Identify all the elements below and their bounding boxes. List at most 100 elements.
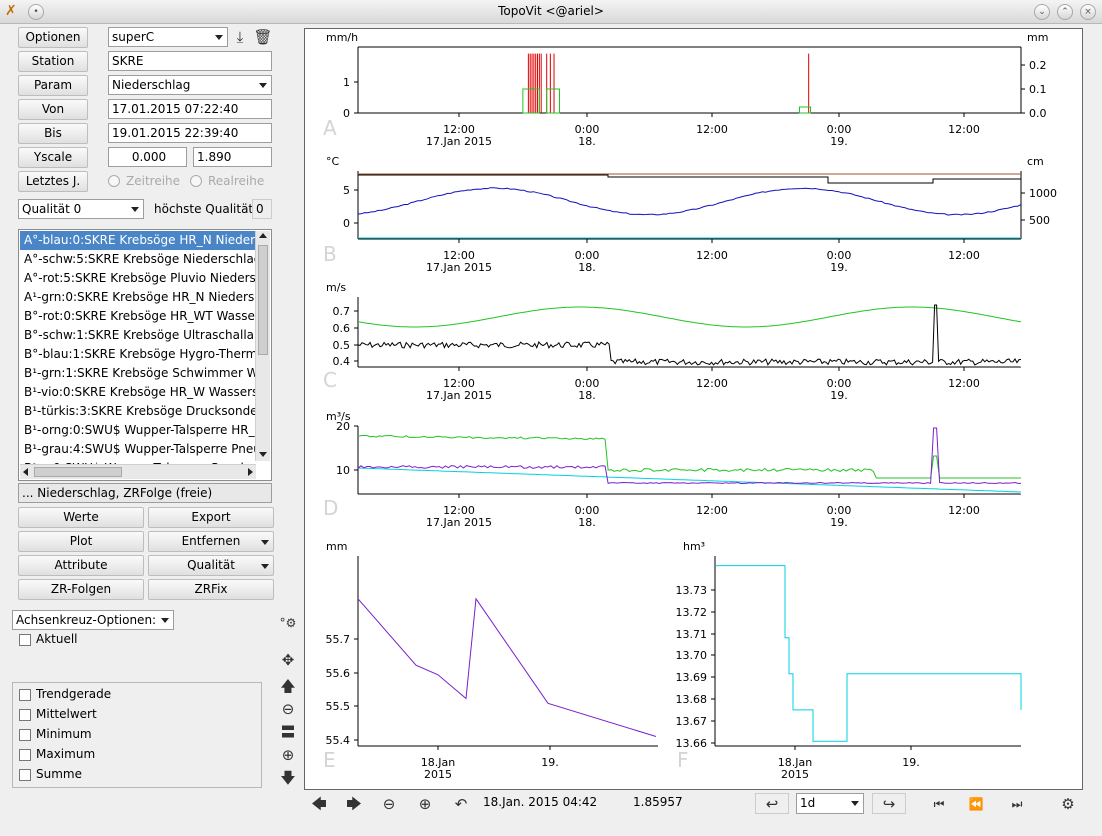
back-icon[interactable]: ↩ xyxy=(755,793,789,814)
aktuell-checkbox[interactable] xyxy=(19,634,31,646)
step-combo[interactable]: 1d xyxy=(796,793,864,814)
qualitaet-button[interactable]: Qualität xyxy=(148,555,274,576)
station-field[interactable]: SKRE xyxy=(108,51,272,71)
plot-button[interactable]: Plot xyxy=(18,531,144,552)
x-tick-label-date: 2015 xyxy=(781,768,809,781)
optionen-button[interactable]: Optionen xyxy=(18,27,88,48)
forward-icon[interactable]: ↪ xyxy=(872,793,906,814)
param-combo[interactable]: Niederschlag xyxy=(108,75,272,95)
scroll-thumb[interactable] xyxy=(258,245,268,355)
plot-canvas[interactable]: mm/h mm010.00.10.212:0017.Jan 20150:0018.… xyxy=(305,29,1082,789)
arrow-up-icon[interactable]: 🡅 xyxy=(278,676,298,696)
y-tick-label-right: 0.1 xyxy=(1029,83,1047,96)
chevron-down-icon xyxy=(851,801,859,806)
station-button[interactable]: Station xyxy=(18,51,88,72)
arrow-right-icon[interactable]: 🡆 xyxy=(340,793,368,814)
yscale-min-field[interactable]: 0.000 xyxy=(108,147,187,167)
zoom-in-icon[interactable]: ⊕ xyxy=(411,793,439,814)
list-vertical-scrollbar[interactable] xyxy=(255,231,270,461)
chevron-down-icon xyxy=(261,540,269,545)
undo-icon[interactable]: ↶ xyxy=(447,793,475,814)
list-item[interactable]: B°-schw:1:SKRE Krebsöge Ultraschallanlag… xyxy=(20,326,256,345)
list-item[interactable]: A¹-grn:0:SKRE Krebsöge HR_N Niederschlag xyxy=(20,288,256,307)
y-tick-label: 55.7 xyxy=(326,633,351,646)
series-line xyxy=(357,597,657,737)
y-tick-label-right: 500 xyxy=(1029,214,1050,227)
list-item[interactable]: B¹-türkis:3:SKRE Krebsöge Drucksonde Was… xyxy=(20,402,256,421)
zoom-in-icon[interactable]: ⊕ xyxy=(278,745,298,765)
bis-button[interactable]: Bis xyxy=(18,123,88,144)
von-field[interactable]: 17.01.2015 07:22:40 xyxy=(108,99,272,119)
entfernen-button[interactable]: Entfernen xyxy=(148,531,274,552)
realreihe-radio[interactable] xyxy=(190,175,202,187)
yscale-button[interactable]: Yscale xyxy=(18,147,88,168)
achsenkreuz-combo[interactable]: Achsenkreuz-Optionen: xyxy=(12,610,174,630)
cursor-value: 1.85957 xyxy=(633,795,683,809)
axis-settings-icon[interactable]: °⚙ xyxy=(278,613,298,633)
minimum-label: Minimum xyxy=(36,727,92,741)
maximum-checkbox[interactable] xyxy=(19,749,31,761)
minimize-button[interactable]: ⌄ xyxy=(1034,4,1050,20)
settings-gear-icon[interactable]: ⚙ xyxy=(1054,793,1082,814)
zeitreihe-radio[interactable] xyxy=(108,175,120,187)
x-tick-label-date: 19. xyxy=(830,261,848,274)
x-tick-label: 12:00 xyxy=(696,123,728,136)
y-tick-label-right: 1000 xyxy=(1029,187,1057,200)
export-button[interactable]: Export xyxy=(148,507,274,528)
zr-folgen-button[interactable]: ZR-Folgen xyxy=(18,579,144,600)
download-icon[interactable]: ⤓ xyxy=(230,27,250,47)
trendgerade-checkbox[interactable] xyxy=(19,689,31,701)
arrow-down-icon[interactable]: 🡇 xyxy=(278,768,298,788)
scroll-right-icon[interactable] xyxy=(248,468,253,476)
x-tick-label-date: 18. xyxy=(578,389,596,402)
plot-area[interactable]: mm/h mm 0 1 0.0 0.1 0.2 12:00 17.Jan 2015 0:00 18.… xyxy=(304,28,1083,790)
trash-icon[interactable]: 🗑 xyxy=(253,27,273,47)
scroll-up-icon[interactable] xyxy=(259,233,267,238)
list-item[interactable]: B¹-orng:0:SWU$ Wupper-Talsperre HR_W xyxy=(20,421,256,440)
list-item[interactable]: B¹-vio:0:SKRE Krebsöge HR_W Wasserstand xyxy=(20,383,256,402)
attribute-button[interactable]: Attribute xyxy=(18,555,144,576)
list-item[interactable]: B°-blau:1:SKRE Krebsöge Hygro-Thermograp… xyxy=(20,345,256,364)
x-tick-label-date: 2015 xyxy=(424,768,452,781)
scroll-left-icon[interactable] xyxy=(23,468,28,476)
series-list[interactable]: A°-blau:0:SKRE Krebsöge HR_N Niederschla… xyxy=(18,229,272,481)
list-item[interactable]: A°-blau:0:SKRE Krebsöge HR_N Niederschla… xyxy=(20,231,256,250)
panel-letter: D xyxy=(323,496,338,520)
list-item[interactable]: B°-rot:0:SKRE Krebsöge HR_WT Wassertempe… xyxy=(20,307,256,326)
list-item[interactable]: A°-rot:5:SKRE Krebsöge Pluvio Niederschl… xyxy=(20,269,256,288)
werte-button[interactable]: Werte xyxy=(18,507,144,528)
summe-checkbox[interactable] xyxy=(19,769,31,781)
realreihe-label: Realreihe xyxy=(208,174,265,188)
equal-icon[interactable]: 〓 xyxy=(278,722,298,742)
skip-prev-icon[interactable]: ⏪ xyxy=(962,793,990,814)
x-tick-label-date: 19. xyxy=(830,389,848,402)
y-axis-label: hm³ xyxy=(683,540,705,553)
von-button[interactable]: Von xyxy=(18,99,88,120)
pan-icon[interactable]: ✥ xyxy=(278,650,298,670)
optionen-combo[interactable]: superC xyxy=(108,27,228,47)
param-button[interactable]: Param xyxy=(18,75,88,96)
list-horizontal-scrollbar[interactable] xyxy=(20,464,256,479)
x-tick-label: 12:00 xyxy=(696,377,728,390)
hscroll-thumb[interactable] xyxy=(34,467,122,477)
maximize-button[interactable]: ⌃ xyxy=(1057,4,1073,20)
skip-first-icon[interactable]: ⏮ xyxy=(925,793,953,814)
arrow-left-icon[interactable]: 🡄 xyxy=(305,793,333,814)
qualitaet-value: Qualität 0 xyxy=(22,202,82,216)
scroll-down-icon[interactable] xyxy=(259,452,267,457)
letztes-jahr-button[interactable]: Letztes J. xyxy=(18,171,88,192)
zoom-out-icon[interactable]: ⊖ xyxy=(375,793,403,814)
list-item[interactable]: B¹-grau:4:SWU$ Wupper-Talsperre Pneumati… xyxy=(20,440,256,459)
skip-last-icon[interactable]: ⏭ xyxy=(1003,793,1031,814)
close-button[interactable]: × xyxy=(1080,4,1096,20)
mittelwert-checkbox[interactable] xyxy=(19,709,31,721)
minimum-checkbox[interactable] xyxy=(19,729,31,741)
bis-field[interactable]: 19.01.2015 22:39:40 xyxy=(108,123,272,143)
qualitaet-combo[interactable]: Qualität 0 xyxy=(18,199,144,219)
zrfix-button[interactable]: ZRFix xyxy=(148,579,274,600)
y-tick-label-right: 0.0 xyxy=(1029,107,1047,120)
zoom-out-icon[interactable]: ⊖ xyxy=(278,699,298,719)
yscale-max-field[interactable]: 1.890 xyxy=(193,147,272,167)
list-item[interactable]: B¹-grn:1:SKRE Krebsöge Schwimmer Wassers… xyxy=(20,364,256,383)
list-item[interactable]: A°-schw:5:SKRE Krebsöge Niederschlagsmes… xyxy=(20,250,256,269)
